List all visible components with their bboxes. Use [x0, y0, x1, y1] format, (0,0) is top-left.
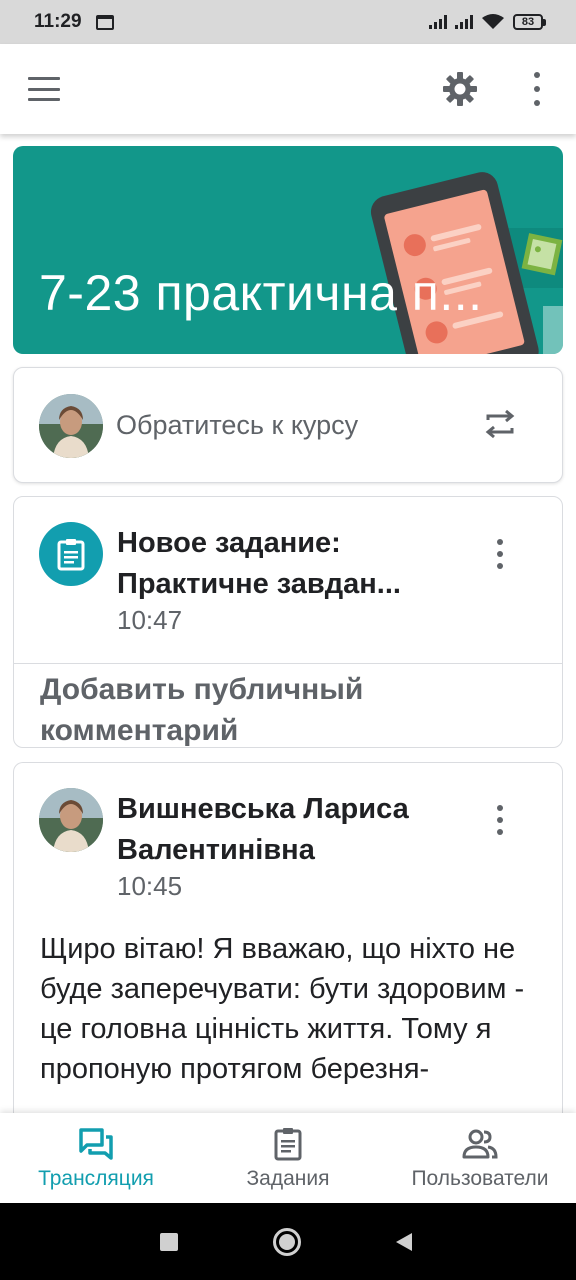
- more-options-icon[interactable]: [490, 805, 510, 835]
- bottom-navigation: Трансляция Задания Пользователи: [0, 1113, 576, 1203]
- app-bar: [0, 44, 576, 134]
- assignment-title: Новое задание: Практичне завдан...: [117, 523, 487, 605]
- phone-illustration: [370, 172, 563, 354]
- class-banner[interactable]: 7-23 практична п...: [13, 146, 563, 354]
- assignment-title-line1: Новое задание:: [117, 527, 341, 559]
- assignment-time: 10:47: [117, 605, 183, 635]
- menu-icon[interactable]: [28, 77, 60, 101]
- post-author: Вишневська Лариса Валентинівна: [117, 789, 487, 871]
- post-author-line2: Валентинівна: [117, 834, 315, 866]
- home-icon[interactable]: [273, 1228, 301, 1256]
- calendar-icon: [95, 14, 114, 30]
- avatar: [39, 394, 103, 458]
- tab-classwork-label: Задания: [246, 1167, 330, 1190]
- post-text: Щиро вітаю! Я вважаю, що ніхто не буде з…: [40, 933, 525, 1085]
- tab-people-label: Пользователи: [411, 1167, 549, 1190]
- more-options-icon[interactable]: [490, 539, 510, 569]
- signal-icon: [429, 15, 447, 29]
- add-comment-link[interactable]: Добавить публичный комментарий: [40, 669, 520, 747]
- status-time: 11:29: [34, 11, 82, 32]
- battery-icon: 83: [513, 14, 546, 30]
- battery-level: 83: [513, 14, 543, 30]
- status-icons: 83: [429, 14, 546, 30]
- tab-people[interactable]: Пользователи: [384, 1113, 576, 1203]
- people-icon: [462, 1129, 498, 1159]
- stream-icon: [79, 1128, 113, 1160]
- recents-icon[interactable]: [160, 1233, 178, 1251]
- signal-icon: [455, 15, 473, 29]
- tab-stream-label: Трансляция: [38, 1167, 154, 1190]
- assignment-icon: [39, 522, 103, 586]
- class-title: 7-23 практична п...: [39, 265, 483, 321]
- screen: 11:29 83 7-23 практична п... Обратитесь …: [0, 0, 576, 1280]
- assignment-icon: [274, 1128, 302, 1161]
- divider: [14, 663, 562, 664]
- system-navigation-bar: [0, 1203, 576, 1280]
- assignment-title-line2: Практичне завдан...: [117, 568, 401, 600]
- tab-classwork[interactable]: Задания: [192, 1113, 384, 1203]
- assignment-post-card[interactable]: Новое задание: Практичне завдан... 10:47…: [13, 496, 563, 748]
- repost-icon[interactable]: [482, 406, 518, 442]
- wifi-icon: [482, 14, 504, 29]
- back-icon[interactable]: [394, 1232, 414, 1252]
- avatar: [39, 788, 103, 852]
- post-author-line1: Вишневська Лариса: [117, 793, 409, 825]
- status-bar: 11:29 83: [0, 0, 576, 44]
- gear-icon[interactable]: [440, 69, 480, 109]
- post-time: 10:45: [117, 871, 183, 901]
- share-with-class-card[interactable]: Обратитесь к курсу: [13, 367, 563, 483]
- share-prompt: Обратитесь к курсу: [116, 410, 359, 440]
- more-options-icon[interactable]: [524, 72, 550, 106]
- tab-stream[interactable]: Трансляция: [0, 1113, 192, 1203]
